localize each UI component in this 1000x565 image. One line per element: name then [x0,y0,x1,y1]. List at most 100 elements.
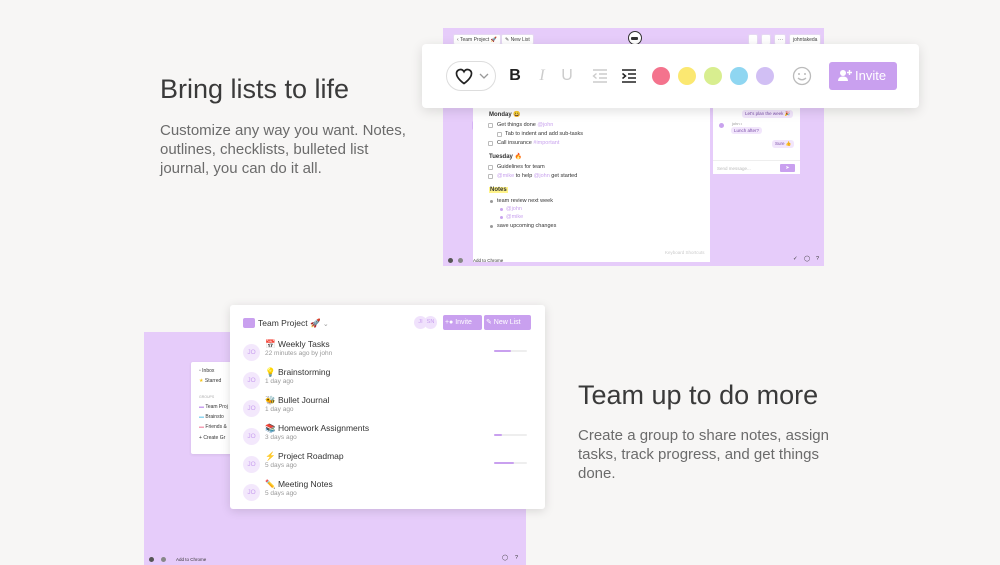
invite-button[interactable]: +● Invite [443,315,482,330]
smiley-icon[interactable] [792,66,812,86]
day-heading-monday: Monday 😀 [489,112,521,118]
color-swatch-yellow[interactable] [678,67,696,85]
indent-icon[interactable] [621,69,637,83]
bullet-item: team review next week [497,198,553,204]
checkbox[interactable] [488,174,493,179]
checkbox[interactable] [497,132,502,137]
list-item[interactable]: JO ⚡ Project Roadmap 5 days ago [242,450,532,478]
checkbox[interactable] [488,165,493,170]
checkbox[interactable] [488,141,493,146]
bullet [490,200,493,203]
avatar: JO [243,400,260,417]
emoji-picker[interactable] [446,61,496,91]
sidebar-item-team-project[interactable]: ▬ Team Proj [199,404,228,411]
help-icon[interactable]: ? [816,256,819,263]
settings-icon[interactable] [448,258,453,263]
add-to-chrome-link[interactable]: Add to Chrome [176,556,206,563]
headset-icon[interactable]: ◯ [502,555,508,562]
list-page: Monday 😀 Get things done @john Tab to in… [473,104,710,262]
list-name: 💡 Brainstorming [265,367,331,377]
chat-message: Sure 👍 [772,140,795,148]
italic-button[interactable]: I [536,64,548,88]
task-item: Tab to indent and add sub-tasks [505,131,583,137]
task-item: @mike to help @john get started [497,173,578,179]
list-meta: 3 days ago [265,434,297,441]
list-name: 📚 Homework Assignments [265,423,370,433]
list-name: ⚡ Project Roadmap [265,451,344,461]
list-item[interactable]: JO 💡 Brainstorming 1 day ago [242,366,532,394]
section1-description: Customize any way you want. Notes, outli… [160,122,406,177]
color-swatch-green[interactable] [704,67,722,85]
list-item[interactable]: JO ✏️ Meeting Notes 5 days ago [242,478,532,506]
sidebar-item-brainstorming[interactable]: ▬ Brainsto [199,414,224,421]
list-item[interactable]: JO 🐝 Bullet Journal 1 day ago [242,394,532,422]
chat-input[interactable]: Send message... ➤ [713,160,800,174]
folder-icon [243,318,255,328]
check-icon[interactable]: ✓ [793,256,798,263]
progress-bar [494,462,527,464]
folder-icon: ▬ [199,414,204,420]
sidebar-groups-heading: GROUPS [199,395,215,399]
invite-button[interactable]: Invite [829,62,897,90]
list-meta: 5 days ago [265,490,297,497]
list-meta: 22 minutes ago by john [265,350,333,357]
theme-icon[interactable] [458,258,463,263]
headset-icon[interactable]: ◯ [804,256,810,263]
add-to-chrome-link[interactable]: Add to Chrome [473,257,503,264]
list-meta: 1 day ago [265,406,294,413]
group-title[interactable]: Team Project 🚀 ⌄ [258,318,329,329]
bullet-item: @mike [506,214,524,220]
list-item[interactable]: JO 📚 Homework Assignments 3 days ago [242,422,532,450]
notes-heading: Notes [489,187,508,193]
underline-button[interactable]: U [560,64,574,88]
day-heading-tuesday: Tuesday 🔥 [489,154,523,160]
bullet-item: @john [506,206,522,212]
app-logo-icon [628,31,642,45]
settings-icon[interactable] [149,557,154,562]
list-name: ✏️ Meeting Notes [265,479,333,489]
add-user-icon [838,70,852,81]
heart-icon [455,68,473,85]
list-meta: 5 days ago [265,462,297,469]
outdent-icon[interactable] [592,69,608,83]
list-name: 🐝 Bullet Journal [265,395,330,405]
chat-message: Let's plan the week 🎉 [742,110,794,118]
member-avatar[interactable]: SN [424,316,437,329]
checkbox[interactable] [488,123,493,128]
progress-bar [494,350,527,352]
color-swatch-purple[interactable] [756,67,774,85]
progress-bar [494,434,527,436]
sidebar-item-starred[interactable]: ★ Starred [199,378,221,385]
avatar [719,123,724,128]
chat-sender: john • [732,121,743,126]
create-group-button[interactable]: + Create Gr [199,435,225,442]
task-item: Call insurance #important [497,140,560,146]
new-list-button[interactable]: ✎ New List [484,315,531,330]
section2-description: Create a group to share notes, assign ta… [578,427,829,482]
chevron-down-icon: ⌄ [322,321,329,328]
invite-label: Invite [855,68,887,83]
avatar: JO [243,456,260,473]
theme-icon[interactable] [161,557,166,562]
sidebar-item-friends[interactable]: ▬ Friends & [199,424,227,431]
avatar: JO [243,428,260,445]
group-list-card: Team Project 🚀 ⌄ JI SN +● Invite ✎ New L… [230,305,545,509]
send-button[interactable]: ➤ [780,164,795,172]
progress-fill [494,350,511,352]
bullet [500,216,503,219]
color-swatch-blue[interactable] [730,67,748,85]
sidebar-item-inbox[interactable]: ▫ Inbox [199,368,214,375]
help-icon[interactable]: ? [515,555,518,562]
format-toolbar: B I U Invite [422,44,919,108]
section2-title: Team up to do more [578,380,819,410]
folder-icon: ▬ [199,404,204,410]
list-item[interactable]: JO 📅 Weekly Tasks 22 minutes ago by john [242,338,532,366]
color-swatch-red[interactable] [652,67,670,85]
app-bottom-bar: Add to Chrome ◯ ? [144,554,526,565]
avatar: JO [243,372,260,389]
chat-input-placeholder: Send message... [717,166,751,171]
bullet [500,208,503,211]
avatar: JO [243,344,260,361]
bold-button[interactable]: B [508,64,522,88]
folder-icon: ▬ [199,424,204,430]
